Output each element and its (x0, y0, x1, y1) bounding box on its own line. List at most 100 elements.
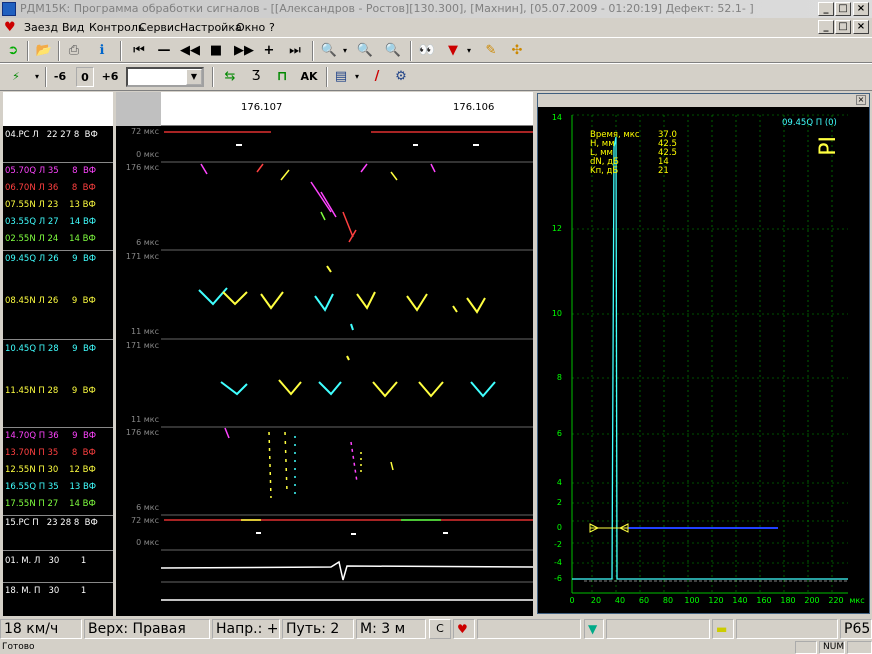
binoculars-icon[interactable]: 👀 (418, 41, 436, 61)
minimize-button[interactable]: _ (818, 2, 834, 16)
menu-zaezd[interactable]: Заезд (24, 18, 58, 37)
close-icon[interactable]: × (856, 95, 866, 105)
channel-label[interactable]: 10.45Q П 28 9 ВФ (5, 344, 96, 354)
first-icon[interactable]: ⏮ (130, 41, 148, 61)
info-key: Kп, дБ (590, 166, 619, 176)
channel-panel-header (3, 92, 113, 126)
y-tick: -2 (554, 540, 562, 549)
info-icon[interactable]: ℹ (92, 41, 112, 61)
marker-icon[interactable]: ✎ (482, 41, 500, 61)
maximize-button[interactable]: □ (835, 2, 851, 16)
channel-label[interactable]: 18. М. П 30 1 (5, 586, 86, 596)
channel-label[interactable]: 12.55N П 30 12 ВФ (5, 465, 96, 475)
c-button[interactable]: С (429, 619, 451, 639)
zero-button[interactable]: 0 (76, 67, 94, 87)
scale-label: 176 мкс (125, 163, 159, 172)
settings-icon[interactable]: ⚙ (392, 67, 410, 87)
channel-label[interactable]: 05.70Q Л 35 8 ВФ (5, 166, 96, 176)
chevron-down-icon[interactable]: ▼ (186, 69, 202, 85)
channel-label[interactable]: 06.70N Л 36 8 ВФ (5, 183, 96, 193)
status-empty-1 (477, 619, 581, 639)
doc-close-button[interactable]: × (853, 20, 869, 34)
x-tick: 80 (662, 596, 674, 605)
status-bar: Готово (0, 640, 872, 654)
zoom-in-icon[interactable]: 🔍 (384, 41, 402, 61)
menu-settings[interactable]: Настройка (180, 18, 242, 37)
rail-marker-icon[interactable]: ▬ (712, 619, 734, 639)
plus-icon[interactable]: + (260, 41, 278, 61)
rail-type-field: Р65 (840, 619, 872, 639)
depth-scale: 72 мкс 0 мкс 176 мкс 6 мкс 171 мкс 11 мк… (116, 92, 161, 616)
bscan-view[interactable]: 176.107 176.106 (161, 92, 533, 616)
down-marker-icon[interactable]: ▼ (584, 619, 604, 639)
channel-icon[interactable]: ⇆ (220, 67, 240, 87)
menu-service[interactable]: Сервис (139, 18, 180, 37)
x-unit: мкс (849, 596, 865, 605)
y-tick: 14 (551, 113, 562, 122)
menu-help[interactable]: ? (269, 18, 275, 37)
bookmark-dropdown-icon[interactable]: ▾ (464, 41, 474, 61)
print-icon[interactable]: ⎙ (64, 41, 84, 61)
ready-text: Готово (2, 642, 35, 652)
channel-label[interactable]: 17.55N П 27 14 ВФ (5, 499, 96, 509)
bookmark-icon[interactable]: ▼ (444, 41, 462, 61)
channel-label[interactable]: 13.70N П 35 8 ВФ (5, 448, 96, 458)
heart-icon[interactable]: ♥ (4, 18, 16, 37)
rewind-icon[interactable]: ◀◀ (180, 41, 200, 61)
close-button[interactable]: × (853, 2, 869, 16)
stop-icon[interactable]: ■ (207, 41, 225, 61)
channel-label[interactable]: 09.45Q Л 26 9 ВФ (5, 254, 96, 264)
pulse-icon[interactable]: ⊓ (272, 67, 292, 87)
channel-label[interactable]: 16.55Q П 35 13 ВФ (5, 482, 96, 492)
menu-view[interactable]: Вид (62, 18, 84, 37)
app-icon[interactable] (2, 2, 16, 16)
gain-dropdown-icon[interactable]: ▾ (32, 67, 42, 87)
chart-icon[interactable]: ▤ (332, 67, 350, 87)
doc-minimize-button[interactable]: _ (818, 20, 834, 34)
x-tick: 160 (756, 596, 772, 605)
zoom-dropdown-icon[interactable]: ▾ (340, 41, 350, 61)
filter-icon[interactable]: Ӡ (246, 67, 266, 87)
channel-label[interactable]: 02.55N Л 24 14 ВФ (5, 234, 96, 244)
plus6-button[interactable]: +6 (100, 67, 120, 87)
channel-label[interactable]: 08.45N Л 26 9 ВФ (5, 296, 96, 306)
zoom-icon[interactable]: 🔍 (320, 41, 338, 61)
bscan-traces (161, 131, 533, 601)
tool-icon[interactable]: ✣ (508, 41, 526, 61)
minus-icon[interactable]: — (155, 41, 173, 61)
heart-marker-icon[interactable]: ♥ (453, 619, 475, 639)
gain-icon[interactable]: ⚡ (4, 67, 28, 87)
mode-select[interactable]: ▼ (126, 67, 204, 87)
menu-control[interactable]: Контроль (89, 18, 144, 37)
channel-label[interactable]: 03.55Q Л 27 14 ВФ (5, 217, 96, 227)
channel-label[interactable]: 01. М. Л 30 1 (5, 556, 86, 566)
line-icon[interactable]: / (368, 67, 386, 87)
channel-label[interactable]: 07.55N Л 23 13 ВФ (5, 200, 96, 210)
scale-header (116, 92, 161, 126)
y-tick: -4 (554, 558, 562, 567)
channel-label[interactable]: 11.45N П 28 9 ВФ (5, 386, 96, 396)
open-icon[interactable]: ➲ (4, 41, 22, 61)
channel-label[interactable]: 14.70Q П 36 9 ВФ (5, 431, 96, 441)
chart-dropdown-icon[interactable]: ▾ (352, 67, 362, 87)
scale-label: 11 мкс (131, 415, 159, 424)
secondary-toolbar: ⚡ ▾ -6 0 +6 ▼ ⇆ Ӡ ⊓ AK ▤ ▾ / ⚙ (0, 63, 872, 91)
ak-button[interactable]: AK (298, 67, 320, 87)
scale-label: 171 мкс (125, 341, 159, 350)
scale-label: 11 мкс (131, 327, 159, 336)
last-icon[interactable]: ⏭ (286, 41, 304, 61)
minus6-button[interactable]: -6 (50, 67, 70, 87)
ascan-panel[interactable]: × 14 12 10 8 6 4 2 0 -2 -4 -6 0 20 40 60… (537, 93, 870, 614)
ascan-titlebar: × (538, 94, 869, 107)
zoom-out-icon[interactable]: 🔍 (356, 41, 374, 61)
main-toolbar: ➲ 📂 ⎙ ℹ ⏮ — ◀◀ ■ ▶▶ + ⏭ 🔍 ▾ 🔍 🔍 👀 ▼ ▾ ✎ … (0, 37, 872, 63)
doc-restore-button[interactable]: □ (835, 20, 851, 34)
ascan-plot (571, 114, 848, 594)
menu-window[interactable]: Окно (236, 18, 265, 37)
channel-label[interactable]: 04.PC Л 22 27 8 ВФ (5, 130, 98, 140)
folder-icon[interactable]: 📂 (34, 41, 54, 61)
window-title: РДМ15К: Программа обработки сигналов - [… (20, 2, 754, 15)
channel-label[interactable]: 15.PC П 23 28 8 ВФ (5, 518, 98, 528)
scale-label: 0 мкс (136, 538, 159, 547)
forward-icon[interactable]: ▶▶ (234, 41, 254, 61)
